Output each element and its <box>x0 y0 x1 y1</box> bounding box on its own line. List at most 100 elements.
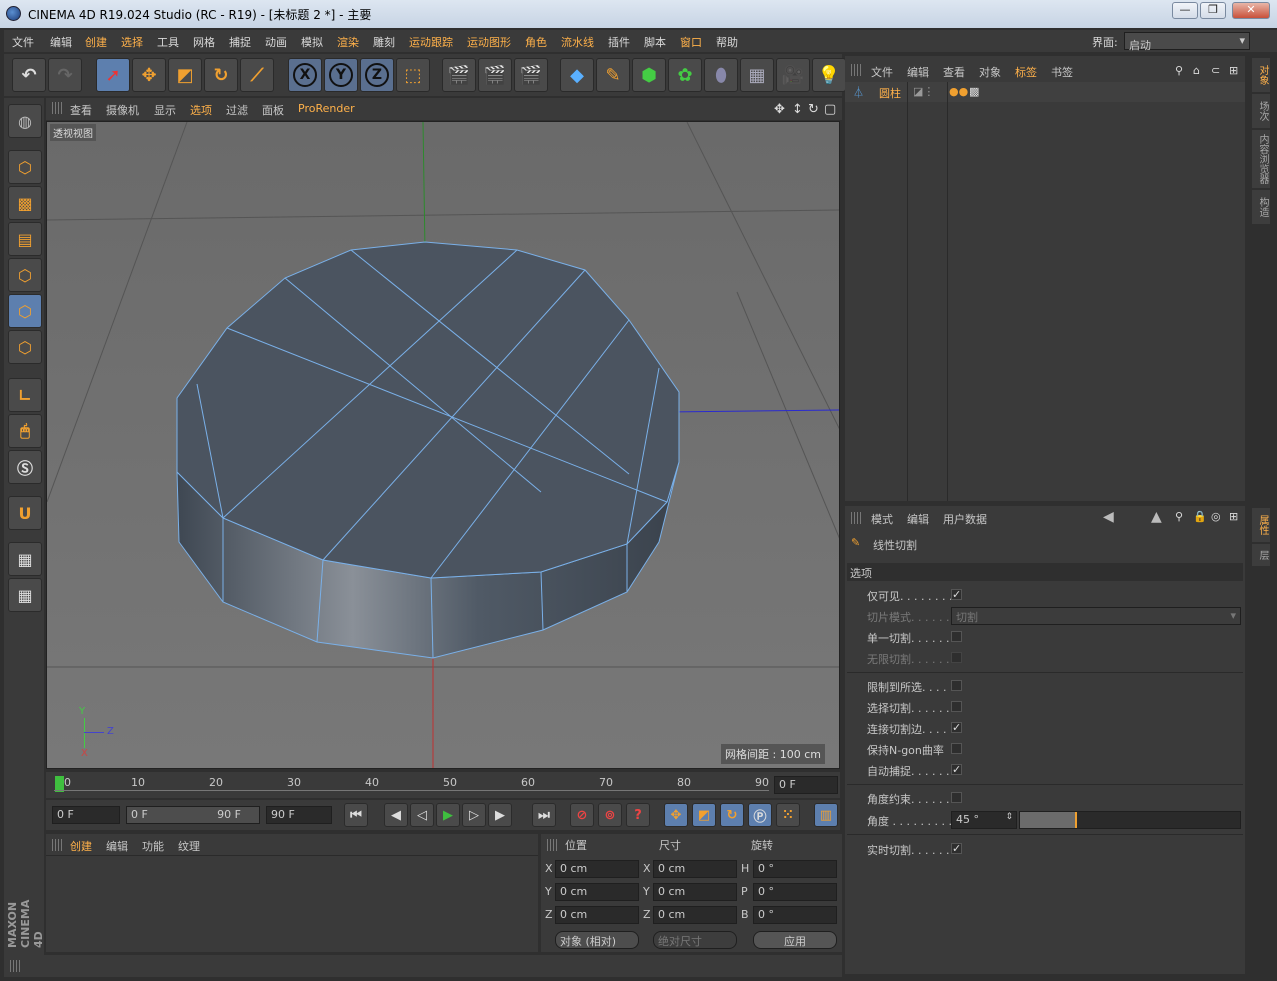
object-name[interactable]: 圆柱 <box>879 85 901 101</box>
menu-motion-tracking[interactable]: 运动跟踪 <box>409 34 453 50</box>
search-icon[interactable]: ⚲ <box>1175 64 1183 77</box>
layout-dropdown[interactable]: 启动 ▾ <box>1124 32 1250 52</box>
start-frame-field[interactable]: 0 F <box>52 806 120 824</box>
prev-key-button[interactable]: ◀ <box>384 803 408 827</box>
menu-mograph[interactable]: 运动图形 <box>467 34 511 50</box>
size-x-field[interactable]: 0 cm <box>653 860 737 878</box>
new-panel-icon[interactable]: ⊞ <box>1229 64 1238 77</box>
coordinate-system-button[interactable]: ⬚ <box>396 58 430 92</box>
side-tab-structure[interactable]: 构造 <box>1252 190 1270 224</box>
next-key-button[interactable]: ▶ <box>488 803 512 827</box>
slice-mode-dropdown[interactable]: 切割 ▾ <box>951 607 1241 625</box>
material-menu-edit[interactable]: 编辑 <box>106 838 128 854</box>
menu-select[interactable]: 选择 <box>121 34 143 50</box>
subdivision-button[interactable]: ⬢ <box>632 58 666 92</box>
polygons-mode-button[interactable]: ⬡ <box>8 330 42 364</box>
autokey-button[interactable]: ⊚ <box>598 803 622 827</box>
model-mode-button[interactable]: ⬡ <box>8 150 42 184</box>
menu-animate[interactable]: 动画 <box>265 34 287 50</box>
am-menu-userdata[interactable]: 用户数据 <box>943 511 987 527</box>
key-pla-button[interactable]: ⁙ <box>776 803 800 827</box>
viewport-zoom-icon[interactable]: ↕ <box>792 102 803 117</box>
phong-tag-icon[interactable]: ●● <box>949 85 968 98</box>
viewport-menu-view[interactable]: 查看 <box>70 102 92 118</box>
solo-button[interactable]: Ⓢ <box>8 450 42 484</box>
points-mode-button[interactable]: ⬡ <box>8 258 42 292</box>
menu-edit[interactable]: 编辑 <box>50 34 72 50</box>
snap-button[interactable]: U <box>8 496 42 530</box>
menu-mesh[interactable]: 网格 <box>193 34 215 50</box>
restrict-to-selection-checkbox[interactable] <box>951 680 962 691</box>
panel-grip[interactable] <box>10 960 20 972</box>
auto-snap-checkbox[interactable]: ✓ <box>951 764 962 775</box>
menu-create[interactable]: 创建 <box>85 34 107 50</box>
pos-y-field[interactable]: 0 cm <box>555 883 639 901</box>
om-menu-objects[interactable]: 对象 <box>979 64 1001 80</box>
connect-cut-edges-checkbox[interactable]: ✓ <box>951 722 962 733</box>
lock-icon[interactable]: 🔒 <box>1193 510 1207 523</box>
viewport-menu-options[interactable]: 选项 <box>190 102 212 118</box>
single-cut-checkbox[interactable] <box>951 631 962 642</box>
tweak-mode-button[interactable]: 🖱 <box>8 414 42 448</box>
play-button[interactable]: ▶ <box>436 803 460 827</box>
material-menu-function[interactable]: 功能 <box>142 838 164 854</box>
rot-h-field[interactable]: 0 ° <box>753 860 837 878</box>
viewport-rotate-icon[interactable]: ↻ <box>808 102 819 117</box>
menu-simulate[interactable]: 模拟 <box>301 34 323 50</box>
knife-tool-button[interactable]: ⟋ <box>240 58 274 92</box>
pos-z-field[interactable]: 0 cm <box>555 906 639 924</box>
angle-slider-handle[interactable] <box>1075 812 1077 828</box>
timeline-ruler[interactable]: 0 10 20 30 40 50 60 70 80 90 0 F <box>46 772 840 798</box>
frame-range-slider[interactable]: 0 F 90 F <box>126 806 260 824</box>
panel-grip[interactable] <box>547 839 557 851</box>
infinite-cut-checkbox[interactable] <box>951 652 962 663</box>
menu-pipeline[interactable]: 流水线 <box>561 34 594 50</box>
side-tab-takes[interactable]: 场次 <box>1252 94 1270 128</box>
redo-button[interactable]: ↷ <box>48 58 82 92</box>
angle-slider[interactable] <box>1019 811 1241 829</box>
realtime-cut-checkbox[interactable]: ✓ <box>951 843 962 854</box>
floor-button[interactable]: ▦ <box>740 58 774 92</box>
link-icon[interactable]: ⊂ <box>1211 64 1220 77</box>
om-menu-edit[interactable]: 编辑 <box>907 64 929 80</box>
prev-frame-button[interactable]: ◁ <box>410 803 434 827</box>
cube-button[interactable]: ◆ <box>560 58 594 92</box>
undo-button[interactable]: ↶ <box>12 58 46 92</box>
make-editable-button[interactable]: ◍ <box>8 104 42 138</box>
rot-p-field[interactable]: 0 ° <box>753 883 837 901</box>
target-icon[interactable]: ◎ <box>1211 510 1221 523</box>
edges-mode-button[interactable]: ⬡ <box>8 294 42 328</box>
cloner-button[interactable]: ✿ <box>668 58 702 92</box>
workplane-mode-button[interactable]: ▤ <box>8 222 42 256</box>
viewport-move-icon[interactable]: ✥ <box>774 102 785 117</box>
side-tab-content-browser[interactable]: 内容浏览器 <box>1252 130 1270 188</box>
menu-window[interactable]: 窗口 <box>680 34 702 50</box>
menu-character[interactable]: 角色 <box>525 34 547 50</box>
rotate-tool-button[interactable]: ↻ <box>204 58 238 92</box>
side-tab-objects[interactable]: 对象 <box>1252 58 1270 92</box>
up-arrow-icon[interactable]: ▲ <box>1151 509 1162 525</box>
size-mode-dropdown[interactable]: 绝对尺寸 <box>653 931 737 949</box>
om-menu-view[interactable]: 查看 <box>943 64 965 80</box>
side-tab-layers[interactable]: 层 <box>1252 544 1270 566</box>
key-parameter-button[interactable]: Ⓟ <box>748 803 772 827</box>
end-frame-field[interactable]: 90 F <box>266 806 332 824</box>
menu-help[interactable]: 帮助 <box>716 34 738 50</box>
key-position-button[interactable]: ✥ <box>664 803 688 827</box>
back-arrow-icon[interactable]: ◀ <box>1103 509 1114 525</box>
keyframe-selection-button[interactable]: ? <box>626 803 650 827</box>
viewport-menu-display[interactable]: 显示 <box>154 102 176 118</box>
x-axis-button[interactable]: X <box>288 58 322 92</box>
om-menu-bookmarks[interactable]: 书签 <box>1051 64 1073 80</box>
texture-mode-button[interactable]: ▩ <box>8 186 42 220</box>
side-tab-attributes[interactable]: 属性 <box>1252 508 1270 542</box>
material-menu-create[interactable]: 创建 <box>70 838 92 854</box>
maximize-button[interactable]: ❐ <box>1200 2 1226 19</box>
size-y-field[interactable]: 0 cm <box>653 883 737 901</box>
timeline-window-button[interactable]: ▥ <box>814 803 838 827</box>
render-view-button[interactable]: 🎬 <box>442 58 476 92</box>
perspective-viewport[interactable]: 透视视图 网格间距 : 100 cm Y Z X <box>46 121 840 769</box>
render-picture-viewer-button[interactable]: 🎬 <box>478 58 512 92</box>
axis-mode-button[interactable]: ∟ <box>8 378 42 412</box>
menu-sculpt[interactable]: 雕刻 <box>373 34 395 50</box>
